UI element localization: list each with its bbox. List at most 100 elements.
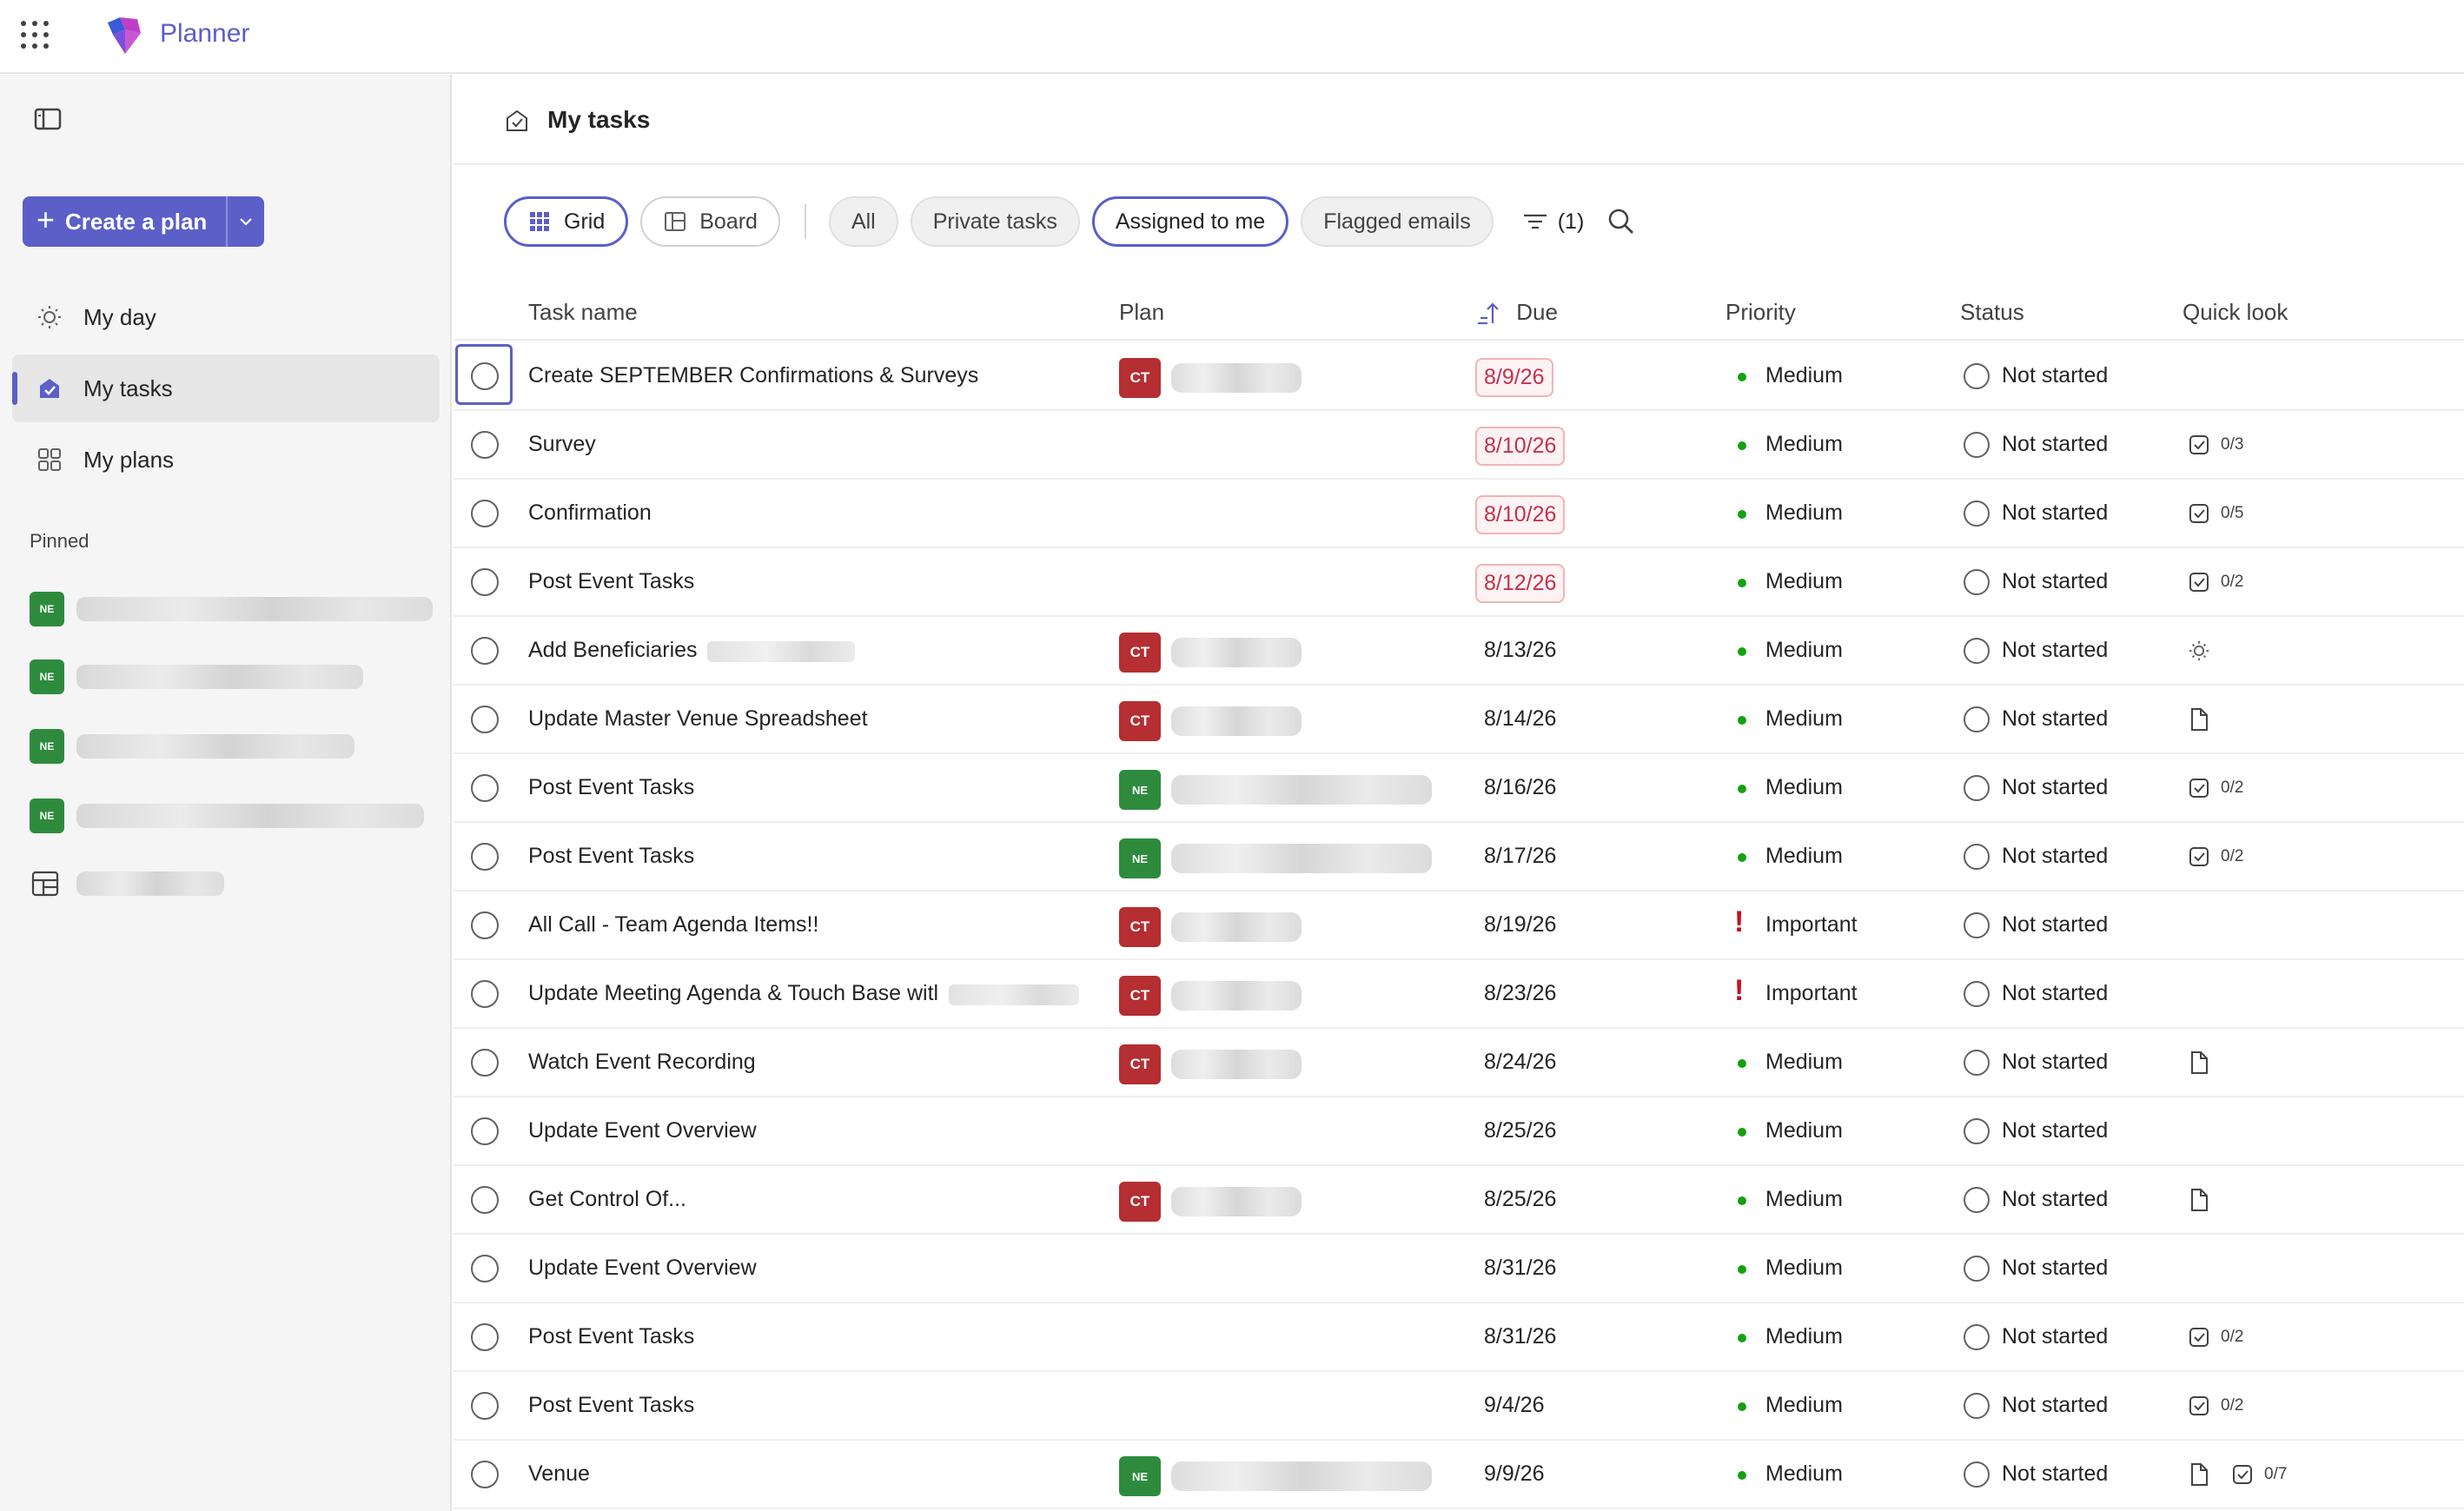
complete-task-checkbox[interactable] [471,706,499,733]
task-name[interactable]: Create SEPTEMBER Confirmations & Surveys [528,363,978,388]
complete-task-checkbox[interactable] [471,500,499,527]
filter-all[interactable]: All [828,196,898,247]
due-date[interactable]: 9/9/26 [1484,1461,1545,1487]
quick-look-item[interactable]: 0/7 [2229,1461,2287,1488]
priority-value[interactable]: Medium [1765,638,1843,663]
complete-task-checkbox[interactable] [471,1049,499,1077]
plan-avatar[interactable]: CT [1119,701,1161,741]
search-icon[interactable] [1606,207,1636,236]
plan-avatar[interactable]: NE [1119,838,1161,878]
priority-value[interactable]: Important [1765,912,1858,938]
priority-value[interactable]: Medium [1765,706,1843,732]
complete-task-checkbox[interactable] [471,1392,499,1420]
quick-look-item[interactable]: 0/2 [2186,1324,2243,1350]
create-plan-main[interactable]: + Create a plan [23,196,226,247]
quick-look-item[interactable]: 0/5 [2186,500,2243,527]
task-name[interactable]: All Call - Team Agenda Items!! [528,912,818,938]
priority-value[interactable]: Medium [1765,1256,1843,1281]
status-value[interactable]: Not started [2002,912,2108,938]
due-date[interactable]: 8/9/26 [1475,358,1553,397]
task-name[interactable]: Post Event Tasks [528,1324,694,1349]
task-name[interactable]: Add Beneficiaries [528,638,698,663]
status-value[interactable]: Not started [2002,363,2108,388]
complete-task-checkbox[interactable] [471,1323,499,1351]
due-date[interactable]: 8/23/26 [1484,981,1556,1006]
due-date[interactable]: 8/24/26 [1484,1050,1556,1075]
status-value[interactable]: Not started [2002,1256,2108,1281]
quick-look-item[interactable] [2186,1050,2221,1076]
filter-private-tasks[interactable]: Private tasks [910,196,1080,247]
status-value[interactable]: Not started [2002,638,2108,663]
status-value[interactable]: Not started [2002,844,2108,869]
task-row[interactable]: Post Event Tasks 8/31/26 Medium Not started… [454,1303,2464,1372]
plan-avatar[interactable]: CT [1119,976,1161,1016]
complete-task-checkbox[interactable] [471,362,499,390]
complete-task-checkbox[interactable] [471,1461,499,1488]
status-value[interactable]: Not started [2002,1393,2108,1418]
due-date[interactable]: 8/13/26 [1484,638,1556,663]
complete-task-checkbox[interactable] [471,568,499,596]
due-date[interactable]: 8/25/26 [1484,1187,1556,1212]
task-row[interactable]: Post Event Tasks 8/12/26 Medium Not started… [454,548,2464,617]
quick-look-item[interactable]: 0/2 [2186,1393,2243,1419]
complete-task-checkbox[interactable] [471,1117,499,1145]
status-value[interactable]: Not started [2002,1050,2108,1075]
sidebar-item-my-plans[interactable]: My plans [12,426,440,494]
planner-logo-icon[interactable] [103,16,146,56]
task-row[interactable]: Add Beneficiaries CT 8/13/26 Medium Not star… [454,617,2464,686]
complete-task-checkbox[interactable] [471,431,499,459]
task-row[interactable]: Post Event Tasks NE 8/16/26 Medium Not start… [454,754,2464,823]
collapse-sidebar-icon[interactable] [33,106,63,132]
priority-value[interactable]: Medium [1765,1050,1843,1075]
pinned-plan[interactable]: NE [30,794,438,838]
priority-value[interactable]: Medium [1765,1118,1843,1143]
task-name[interactable]: Watch Event Recording [528,1050,756,1075]
task-row[interactable]: Update Event Overview 8/25/26 Medium Not st… [454,1097,2464,1166]
quick-look-item[interactable]: 0/2 [2186,569,2243,595]
status-value[interactable]: Not started [2002,1118,2108,1143]
priority-value[interactable]: Medium [1765,1324,1843,1349]
create-plan-dropdown[interactable] [226,196,264,247]
plan-avatar[interactable]: CT [1119,1182,1161,1222]
status-value[interactable]: Not started [2002,706,2108,732]
task-row[interactable]: Post Event Tasks 9/4/26 Medium Not started 0… [454,1372,2464,1441]
due-date[interactable]: 8/14/26 [1484,706,1556,732]
task-row[interactable]: Confirmation 8/10/26 Medium Not started 0/5 [454,480,2464,548]
priority-value[interactable]: Medium [1765,363,1843,388]
status-value[interactable]: Not started [2002,1461,2108,1487]
due-date[interactable]: 8/31/26 [1484,1324,1556,1349]
task-name[interactable]: Venue [528,1461,590,1487]
task-row[interactable]: Update Master Venue Spreadsheet CT 8/14/26… [454,686,2464,754]
quick-look-item[interactable] [2186,1187,2221,1213]
priority-value[interactable]: Important [1765,981,1858,1006]
task-row[interactable]: All Call - Team Agenda Items!! CT 8/19/26!… [454,891,2464,960]
task-name[interactable]: Update Event Overview [528,1118,757,1143]
status-value[interactable]: Not started [2002,1324,2108,1349]
priority-value[interactable]: Medium [1765,1393,1843,1418]
task-row[interactable]: Get Control Of... CT 8/25/26 Medium Not star… [454,1166,2464,1235]
app-title[interactable]: Planner [160,19,249,49]
task-row[interactable]: Post Event Tasks NE 8/17/26 Medium Not start… [454,823,2464,891]
status-value[interactable]: Not started [2002,500,2108,526]
quick-look-item[interactable] [2186,1461,2221,1488]
priority-value[interactable]: Medium [1765,432,1843,457]
due-date[interactable]: 8/10/26 [1475,427,1566,466]
due-date[interactable]: 8/19/26 [1484,912,1556,938]
plan-avatar[interactable]: CT [1119,633,1161,673]
plan-avatar[interactable]: CT [1119,907,1161,947]
plan-avatar[interactable]: CT [1119,1044,1161,1084]
status-value[interactable]: Not started [2002,432,2108,457]
status-value[interactable]: Not started [2002,1187,2108,1212]
status-value[interactable]: Not started [2002,569,2108,594]
priority-value[interactable]: Medium [1765,844,1843,869]
pinned-plan[interactable]: NE [30,655,438,699]
status-value[interactable]: Not started [2002,775,2108,800]
task-name[interactable]: Update Event Overview [528,1256,757,1281]
task-name[interactable]: Confirmation [528,500,652,526]
pinned-plan[interactable]: NE [30,587,438,631]
pinned-plan[interactable]: NE [30,725,438,768]
view-grid-button[interactable]: Grid [504,196,629,247]
quick-look-item[interactable] [2186,638,2221,664]
complete-task-checkbox[interactable] [471,911,499,939]
task-name[interactable]: Get Control Of... [528,1187,686,1212]
